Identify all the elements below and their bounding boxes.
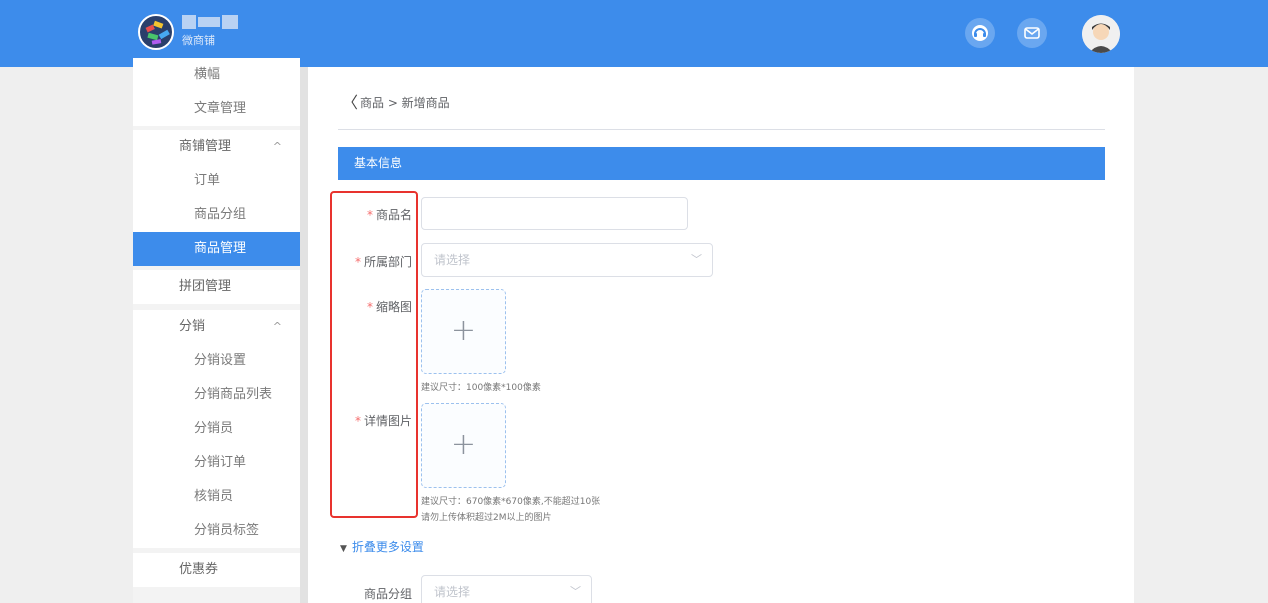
sidebar: 横幅 文章管理 商铺管理 ^ 订单 商品分组 商品管理 拼团管理 分销 ^ 分销… — [133, 58, 300, 603]
plus-icon: + — [450, 427, 477, 462]
sidebar-item-group-buy-mgmt[interactable]: 拼团管理 — [133, 270, 300, 304]
sidebar-item-dist-settings[interactable]: 分销设置 — [133, 344, 300, 378]
sidebar-item-dist-tags[interactable]: 分销员标签 — [133, 514, 300, 548]
sidebar-item-shop-mgmt[interactable]: 商铺管理 ^ — [133, 130, 300, 164]
plus-icon: + — [450, 313, 477, 348]
chevron-down-icon: ﹀ — [691, 253, 702, 266]
sidebar-item-dist-product-list[interactable]: 分销商品列表 — [133, 378, 300, 412]
breadcrumb: 〈商品 > 新增商品 — [342, 89, 450, 113]
highlight-annotation-box — [330, 191, 418, 518]
collapse-more-settings-toggle[interactable]: ▼ 折叠更多设置 — [340, 538, 424, 555]
product-group-label: 商品分组 — [363, 587, 412, 601]
logo-icon[interactable] — [138, 14, 174, 50]
sidebar-item-distributor[interactable]: 分销员 — [133, 412, 300, 446]
sidebar-item-verifier[interactable]: 核销员 — [133, 480, 300, 514]
product-group-placeholder: 请选择 — [434, 585, 471, 599]
sidebar-item-product-group[interactable]: 商品分组 — [133, 198, 300, 232]
back-arrow-icon[interactable]: 〈 — [342, 89, 360, 113]
mail-icon[interactable] — [1017, 18, 1047, 48]
sidebar-item-article-mgmt[interactable]: 文章管理 — [133, 92, 300, 126]
product-name-input[interactable] — [421, 197, 688, 230]
sidebar-item-banner[interactable]: 横幅 — [133, 58, 300, 92]
chevron-down-icon: ﹀ — [570, 585, 581, 598]
user-avatar-icon[interactable] — [1082, 15, 1120, 53]
chevron-up-icon: ^ — [272, 140, 282, 153]
thumbnail-hint: 建议尺寸：100像素*100像素 — [421, 383, 541, 393]
sidebar-item-coupons[interactable]: 优惠券 — [133, 553, 300, 587]
sidebar-item-product-mgmt[interactable]: 商品管理 — [133, 232, 300, 266]
divider — [338, 129, 1105, 130]
department-placeholder: 请选择 — [434, 253, 471, 267]
sidebar-item-dist-orders[interactable]: 分销订单 — [133, 446, 300, 480]
detail-images-size-hint: 请勿上传体积超过2M以上的图片 — [421, 513, 552, 523]
detail-images-upload[interactable]: + — [421, 403, 506, 488]
sidebar-item-label: 商铺管理 — [179, 139, 232, 154]
sidebar-scrollbar[interactable] — [300, 67, 308, 603]
top-header: 微商铺 — [0, 0, 1268, 67]
chevron-up-icon: ^ — [272, 320, 282, 333]
main-content: 〈商品 > 新增商品 基本信息 * 商品名 * 所属部门 请选择 ﹀ * 缩略图 + … — [308, 67, 1134, 603]
detail-images-hint: 建议尺寸：670像素*670像素,不能超过10张 — [421, 497, 601, 507]
section-title: 基本信息 — [338, 147, 1105, 180]
sidebar-item-orders[interactable]: 订单 — [133, 164, 300, 198]
thumbnail-upload[interactable]: + — [421, 289, 506, 374]
sidebar-item-label: 分销 — [179, 319, 206, 334]
customer-service-icon[interactable] — [965, 18, 995, 48]
caret-down-icon: ▼ — [340, 544, 347, 554]
brand-name: 微商铺 — [182, 34, 215, 47]
sidebar-item-distribution[interactable]: 分销 ^ — [133, 310, 300, 344]
breadcrumb-text[interactable]: 商品 > 新增商品 — [360, 96, 450, 110]
department-select[interactable]: 请选择 ﹀ — [421, 243, 713, 277]
product-group-select[interactable]: 请选择 ﹀ — [421, 575, 592, 603]
